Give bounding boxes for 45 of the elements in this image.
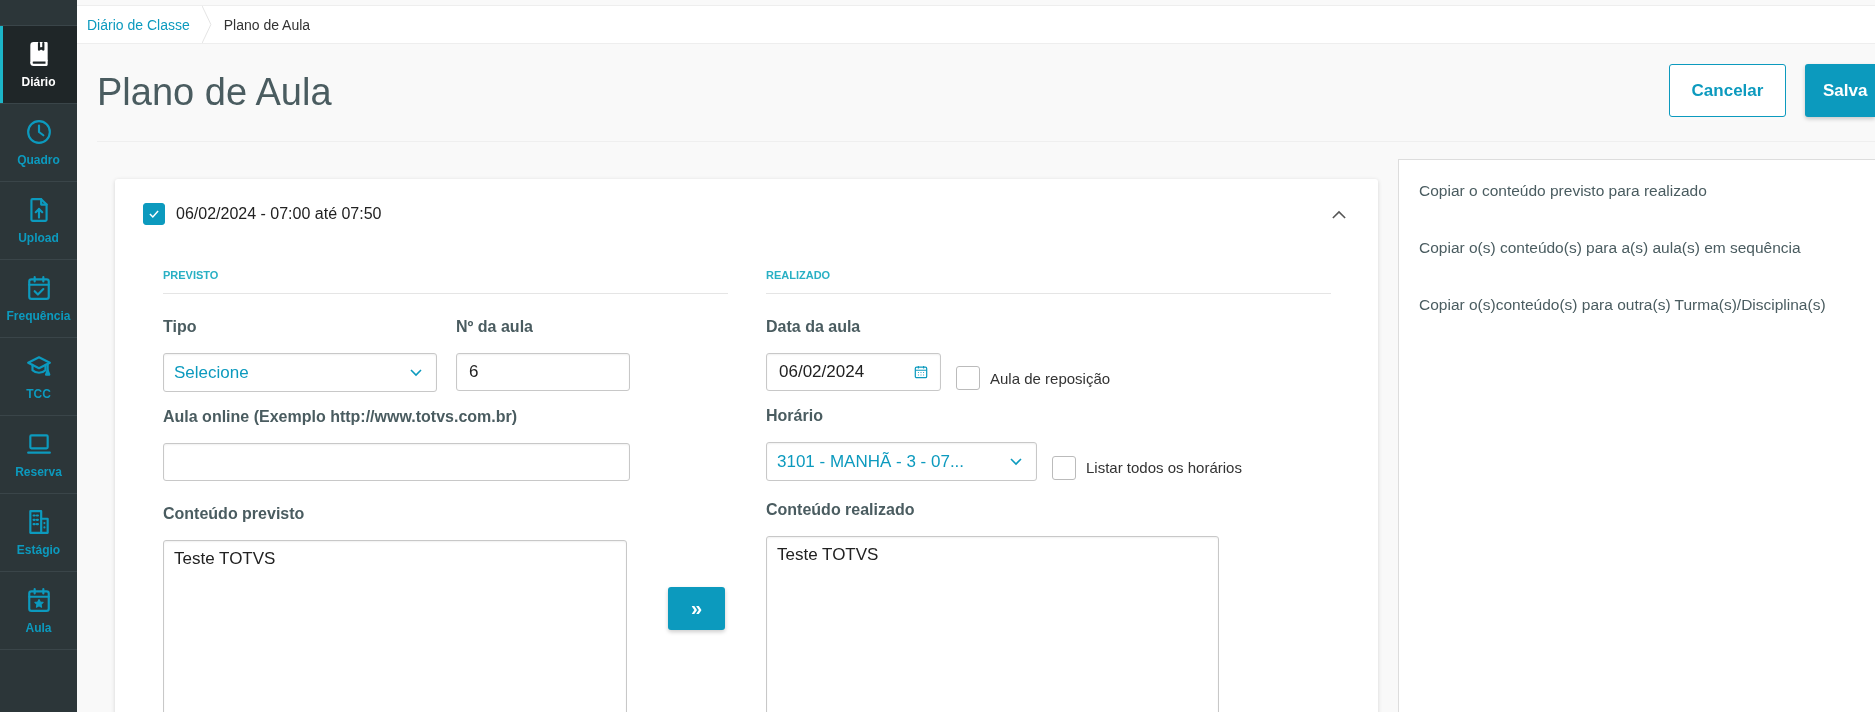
lesson-number-field[interactable]: 6: [456, 353, 630, 391]
lesson-title: 06/02/2024 - 07:00 até 07:50: [176, 205, 382, 223]
checkbox-label: Aula de reposição: [990, 369, 1111, 387]
date-field[interactable]: 06/02/2024: [766, 353, 941, 391]
sidebar-item[interactable]: Frequência: [0, 260, 77, 338]
section-heading: REALIZADO: [766, 269, 1331, 294]
schedule-select[interactable]: 3101 - MANHÃ - 3 - 07...: [766, 442, 1037, 481]
page-title: Plano de Aula: [97, 71, 332, 114]
done-content-field[interactable]: Teste TOTVS: [766, 536, 1219, 712]
sidebar-item[interactable]: Estágio: [0, 494, 77, 572]
field-label: Tipo: [163, 318, 198, 336]
planned-content-field[interactable]: Teste TOTVS: [163, 540, 627, 712]
sidebar-item[interactable]: Quadro: [0, 104, 77, 182]
calendar-check-icon: [25, 274, 52, 301]
breadcrumb-current: Plano de Aula: [223, 16, 311, 33]
field-label: Nº da aula: [456, 318, 534, 336]
sidebar-item[interactable]: Upload: [0, 182, 77, 260]
copy-option-link[interactable]: Copiar o(s)conteúdo(s) para outra(s) Turma(s)/Disciplina(s): [1419, 296, 1875, 314]
field-label: Conteúdo previsto: [163, 505, 306, 523]
sidebar-item[interactable]: Diário: [0, 26, 77, 104]
field-label: Data da aula: [766, 318, 862, 336]
breadcrumb-link[interactable]: Diário de Classe: [87, 16, 190, 33]
field-label: Aula online (Exemplo http://www.totvs.com.br): [163, 408, 519, 426]
replacement-checkbox[interactable]: [956, 366, 980, 390]
caret-icon: [410, 368, 422, 377]
field-label: Horário: [766, 407, 824, 425]
list-all-checkbox[interactable]: [1052, 455, 1076, 480]
type-select[interactable]: Selecione: [163, 353, 437, 392]
sidebar-item[interactable]: Aula: [0, 572, 77, 650]
online-url-field[interactable]: [163, 443, 630, 481]
copy-option-link[interactable]: Copiar o(s) conteúdo(s) para a(s) aula(s) em sequência: [1419, 239, 1875, 257]
field-label: Conteúdo realizado: [766, 501, 916, 519]
collapse-chevron-icon[interactable]: [1332, 209, 1346, 219]
cancel-button[interactable]: Cancelar: [1669, 64, 1786, 117]
copy-content-button[interactable]: »: [668, 587, 725, 630]
copy-option-link[interactable]: Copiar o conteúdo previsto para realizado: [1419, 182, 1875, 200]
save-button[interactable]: Salva: [1805, 64, 1875, 117]
sidebar-item[interactable]: TCC: [0, 338, 77, 416]
sidebar-item[interactable]: Reserva: [0, 416, 77, 494]
caret-icon: [1010, 457, 1022, 466]
clock-icon: [25, 118, 52, 145]
section-heading: PREVISTO: [163, 269, 728, 294]
calendar-icon: [914, 365, 928, 379]
checkbox-label: Listar todos os horários: [1086, 459, 1242, 476]
lesson-checkbox[interactable]: [143, 203, 165, 225]
